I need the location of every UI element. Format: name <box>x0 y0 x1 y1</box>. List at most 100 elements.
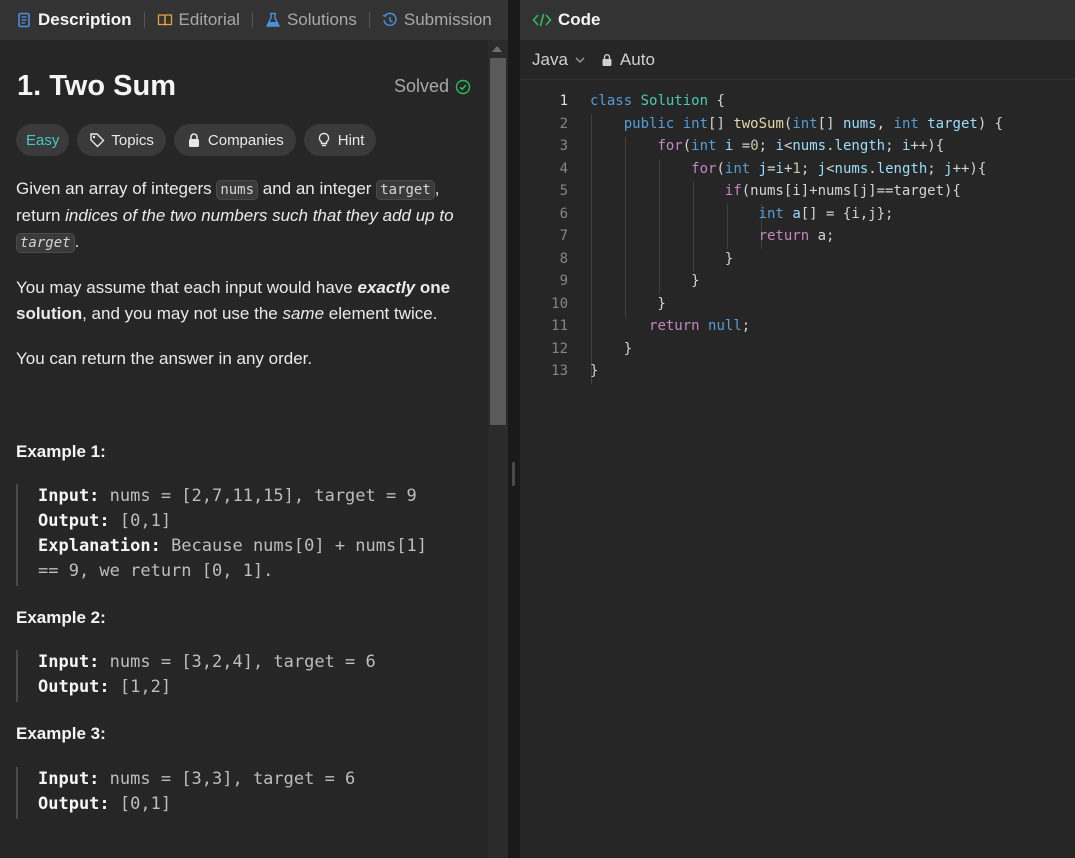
tab-description-label: Description <box>38 10 132 29</box>
problem-constraint: You may assume that each input would hav… <box>16 275 476 327</box>
code-line: int a[] = {i,j}; <box>758 205 894 222</box>
code-panel: Code Java Auto 1 2 3 4 5 6 7 8 9 10 11 1… <box>520 0 1075 858</box>
tab-solutions[interactable]: Solutions <box>261 10 361 30</box>
line-number: 11 <box>551 318 568 334</box>
line-number: 3 <box>559 138 568 154</box>
description-content: 1. Two Sum Solved Easy Topics Companies … <box>0 40 488 858</box>
code-line: } <box>590 273 700 289</box>
code-line: for(int i =0; i<nums.length; i++){ <box>657 138 945 154</box>
tab-divider <box>251 12 253 28</box>
line-number: 12 <box>551 340 568 357</box>
code-line: if(nums[i]+nums[j]==target){ <box>724 183 961 199</box>
drag-handle[interactable] <box>512 462 515 486</box>
input-value: nums = [3,2,4], target = 6 <box>99 652 376 672</box>
panel-tabbar: Description Editorial Solutions Submissi… <box>0 0 508 40</box>
tab-editorial-label: Editorial <box>178 10 240 29</box>
line-number: 9 <box>559 273 568 289</box>
problem-title: 1. Two Sum <box>17 70 176 102</box>
lock-icon <box>188 133 199 147</box>
hint-chip[interactable]: Hint <box>303 124 377 156</box>
companies-chip[interactable]: Companies <box>173 124 296 156</box>
problem-description: Given an array of integers nums and an i… <box>16 176 476 256</box>
inline-code: nums <box>216 180 259 200</box>
code-line: } <box>590 295 666 312</box>
problem-chips: Easy Topics Companies Hint <box>16 124 377 156</box>
desc-text: Given an array of integers <box>16 179 217 198</box>
input-label: Input: <box>38 769 100 789</box>
output-value: [0,1] <box>109 511 172 531</box>
desc-text: . <box>74 232 80 251</box>
scroll-up-arrow-icon[interactable] <box>492 46 502 52</box>
line-number: 10 <box>551 295 568 312</box>
check-circle-icon <box>455 79 471 94</box>
tab-submissions[interactable]: Submission <box>378 10 496 30</box>
language-label: Java <box>532 49 568 69</box>
hint-label: Hint <box>337 131 365 149</box>
description-panel: Description Editorial Solutions Submissi… <box>0 0 508 858</box>
description-icon <box>18 12 30 28</box>
chevron-down-icon <box>575 57 585 63</box>
example-3-block: Input: nums = [3,3], target = 6 Output: … <box>16 767 456 819</box>
code-line: return a; <box>758 228 835 244</box>
example-2-block: Input: nums = [3,2,4], target = 6 Output… <box>16 650 456 702</box>
topics-label: Topics <box>111 131 154 149</box>
example-2-title: Example 2: <box>16 608 106 627</box>
scroll-thumb[interactable] <box>490 58 506 425</box>
example-1-title: Example 1: <box>16 442 106 461</box>
input-value: nums = [2,7,11,15], target = 9 <box>99 486 417 506</box>
code-lines: class Solution { public int[] twoSum(int… <box>590 90 1003 383</box>
desc-text: and an integer <box>258 179 377 198</box>
app-root: Description Editorial Solutions Submissi… <box>0 0 1075 858</box>
input-label: Input: <box>38 652 100 672</box>
output-value: [0,1] <box>109 794 172 814</box>
explanation-value: Because nums[0] + nums[1] <box>160 536 427 556</box>
inline-code: target <box>16 233 75 253</box>
companies-label: Companies <box>207 131 284 149</box>
inline-code: target <box>376 180 435 200</box>
tag-icon <box>90 133 105 148</box>
panel-splitter[interactable] <box>508 0 520 858</box>
tab-submissions-label: Submission <box>403 10 492 29</box>
line-number: 4 <box>559 160 568 177</box>
description-scrollbar[interactable] <box>488 40 508 858</box>
line-number: 1 <box>559 93 568 109</box>
difficulty-badge[interactable]: Easy <box>16 124 70 156</box>
line-number: 8 <box>559 250 568 267</box>
tab-editorial[interactable]: Editorial <box>153 10 244 30</box>
problem-note: You can return the answer in any order. <box>16 349 313 368</box>
code-line: return null; <box>649 318 751 334</box>
code-header-label: Code <box>558 10 601 29</box>
lightbulb-icon <box>318 132 330 147</box>
auto-mode[interactable]: Auto <box>600 50 655 70</box>
history-icon <box>382 12 397 26</box>
line-number-gutter: 1 2 3 4 5 6 7 8 9 10 11 12 13 <box>520 90 568 383</box>
code-editor[interactable]: 1 2 3 4 5 6 7 8 9 10 11 12 13 class Solu… <box>520 80 1075 858</box>
desc-text: element twice. <box>324 304 438 323</box>
auto-label: Auto <box>619 49 655 69</box>
tab-description[interactable]: Description <box>12 10 136 30</box>
tab-divider <box>368 12 370 28</box>
line-number: 5 <box>559 183 568 199</box>
output-label: Output: <box>38 794 110 814</box>
input-value: nums = [3,3], target = 6 <box>99 769 356 789</box>
desc-emphasis: same <box>282 304 325 323</box>
example-1-block: Input: nums = [2,7,11,15], target = 9 Ou… <box>16 484 456 586</box>
code-line: class Solution { <box>590 93 725 109</box>
explanation-value: == 9, we return [0, 1]. <box>38 561 274 581</box>
desc-emphasis: exactly <box>357 278 416 297</box>
solved-label: Solved <box>394 76 450 96</box>
code-line: } <box>590 340 633 357</box>
language-select[interactable]: Java <box>532 50 586 70</box>
code-icon <box>532 13 552 27</box>
line-number: 13 <box>551 363 568 379</box>
code-line: for(int j=i+1; j<nums.length; j++){ <box>691 160 987 177</box>
code-line: public int[] twoSum(int[] nums, int targ… <box>623 115 1004 132</box>
explanation-label: Explanation: <box>38 536 161 556</box>
example-3-title: Example 3: <box>16 724 106 743</box>
flask-icon <box>265 12 281 27</box>
lock-icon <box>602 53 612 66</box>
code-line: } <box>590 250 734 267</box>
line-number: 7 <box>559 228 568 244</box>
topics-chip[interactable]: Topics <box>77 124 166 156</box>
editor-toolbar: Java Auto <box>520 40 1075 80</box>
